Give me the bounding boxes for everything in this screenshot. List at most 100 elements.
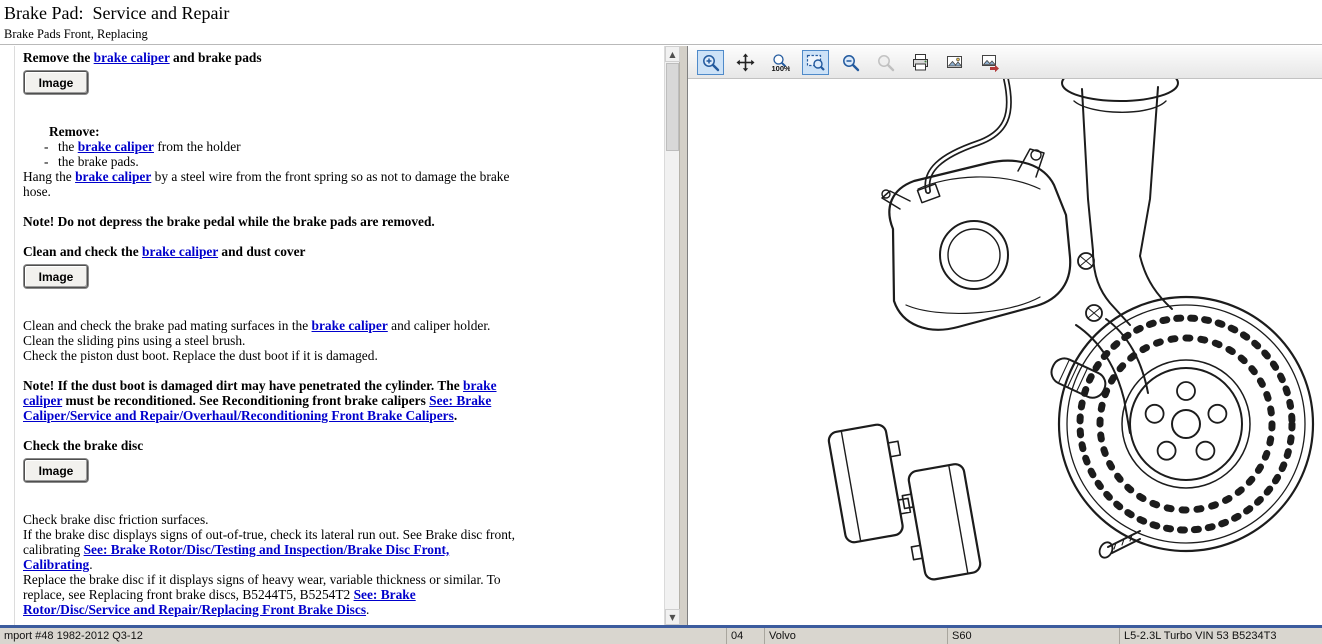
inline-link[interactable]: brake caliper [312,318,388,333]
zoom-out-icon [841,53,860,72]
paragraph: Remove the brake caliper and brake pads [23,50,515,65]
paragraph: Check the brake disc [23,438,515,453]
paragraph: If the brake disc displays signs of out-… [23,527,515,572]
viewer-toolbar: 100% [688,46,1322,79]
paragraph: Check the piston dust boot. Replace the … [23,348,515,363]
status-bar: mport #48 1982-2012 Q3-1204VolvoS60L5-2.… [0,628,1322,644]
text-run: Clean the sliding pins using a steel bru… [23,333,245,348]
status-field-1: 04 [727,628,765,644]
text-run: Remove: [49,124,100,139]
text-run: Check the piston dust boot. Replace the … [23,348,378,363]
list-item: -the brake caliper from the holder [23,139,515,154]
list-text: the brake pads. [58,154,139,169]
text-run: . [89,557,92,572]
text-run: Check brake disc friction surfaces. [23,512,209,527]
list-dash: - [44,139,58,154]
scrollbar-thumb[interactable] [666,63,679,151]
paragraph: Hang the brake caliper by a steel wire f… [23,169,515,199]
text-run: Remove the [23,50,94,65]
text-run: Check the brake disc [23,438,143,453]
list-dash: - [44,154,58,169]
main-split: Remove the brake caliper and brake pads I… [0,46,1322,625]
procedure-pane: Remove the brake caliper and brake pads I… [0,46,679,625]
status-field-4: L5-2.3L Turbo VIN 53 B5234T3 [1120,628,1322,644]
list-item: -the brake pads. [23,154,515,169]
text-run: . [366,602,369,617]
text-run: the [58,139,78,154]
paragraph: Replace the brake disc if it displays si… [23,572,515,617]
blank-line [23,303,515,318]
document-header: Brake Pad: Service and Repair Brake Pads… [0,0,1322,45]
zoom-in-button[interactable] [697,50,724,75]
print-icon [911,53,930,72]
text-run: from the holder [154,139,241,154]
blank-line [23,423,515,438]
text-run: Replace the brake disc if it displays si… [23,572,501,602]
zoom-previous-button [872,50,899,75]
scroll-up-button[interactable]: ▲ [665,46,680,62]
status-field-3: S60 [948,628,1120,644]
svg-text:100%: 100% [772,64,791,72]
text-run: must be reconditioned. See Reconditionin… [62,393,429,408]
text-run: and caliper holder. [388,318,491,333]
vertical-scrollbar[interactable]: ▲ ▼ [664,46,679,625]
illustration-canvas[interactable] [688,79,1322,625]
status-field-0: mport #48 1982-2012 Q3-12 [0,628,727,644]
status-field-2: Volvo [765,628,948,644]
zoom-100-icon: 100% [771,53,790,72]
inline-link[interactable]: brake caliper [142,244,218,259]
text-run: the brake pads. [58,154,139,169]
illustration-pane: 100% [687,46,1322,625]
print-button[interactable] [907,50,934,75]
copy-image-button[interactable] [942,50,969,75]
blank-line [23,94,515,109]
inline-link[interactable]: See: Brake Rotor/Disc/Testing and Inspec… [23,542,449,572]
zoom-window-icon [806,53,825,72]
paragraph: Clean and check the brake caliper and du… [23,244,515,259]
text-run: Note! Do not depress the brake pedal whi… [23,214,435,229]
blank-line [23,497,515,512]
zoom-100-button[interactable]: 100% [767,50,794,75]
pan-icon [736,53,755,72]
paragraph: Clean the sliding pins using a steel bru… [23,333,515,348]
inline-link[interactable]: brake caliper [94,50,170,65]
text-run: Clean and check the [23,244,142,259]
article-body: Remove the brake caliper and brake pads I… [15,46,515,617]
zoom-previous-icon [876,53,895,72]
inline-link[interactable]: brake caliper [78,139,154,154]
blank-line [23,229,515,244]
image-button[interactable]: Image [24,459,88,482]
text-run: Clean and check the brake pad mating sur… [23,318,312,333]
export-image-icon [981,53,1000,72]
paragraph: Note! Do not depress the brake pedal whi… [23,214,515,229]
paragraph: Note! If the dust boot is damaged dirt m… [23,378,515,423]
blank-line [23,288,515,303]
blank-line [23,363,515,378]
zoom-in-icon [701,53,720,72]
pan-button[interactable] [732,50,759,75]
brake-assembly-illustration [688,79,1322,625]
paragraph: Remove: [23,124,515,139]
scroll-down-button[interactable]: ▼ [665,609,680,625]
inline-link[interactable]: brake caliper [75,169,151,184]
image-button[interactable]: Image [24,265,88,288]
document-viewport: Remove the brake caliper and brake pads I… [14,46,664,625]
paragraph: Clean and check the brake pad mating sur… [23,318,515,333]
zoom-window-button[interactable] [802,50,829,75]
page-subtitle: Brake Pads Front, Replacing [4,27,148,42]
zoom-out-button[interactable] [837,50,864,75]
blank-line [23,482,515,497]
blank-line [23,199,515,214]
image-button[interactable]: Image [24,71,88,94]
list-text: the brake caliper from the holder [58,139,241,154]
text-run: . [454,408,457,423]
app-window: Brake Pad: Service and Repair Brake Pads… [0,0,1322,644]
text-run: and dust cover [218,244,305,259]
text-run: and brake pads [170,50,262,65]
export-image-button[interactable] [977,50,1004,75]
text-run: Hang the [23,169,75,184]
page-title: Brake Pad: Service and Repair [4,3,229,24]
copy-image-icon [946,53,965,72]
blank-line [23,109,515,124]
pane-divider[interactable] [679,46,687,625]
